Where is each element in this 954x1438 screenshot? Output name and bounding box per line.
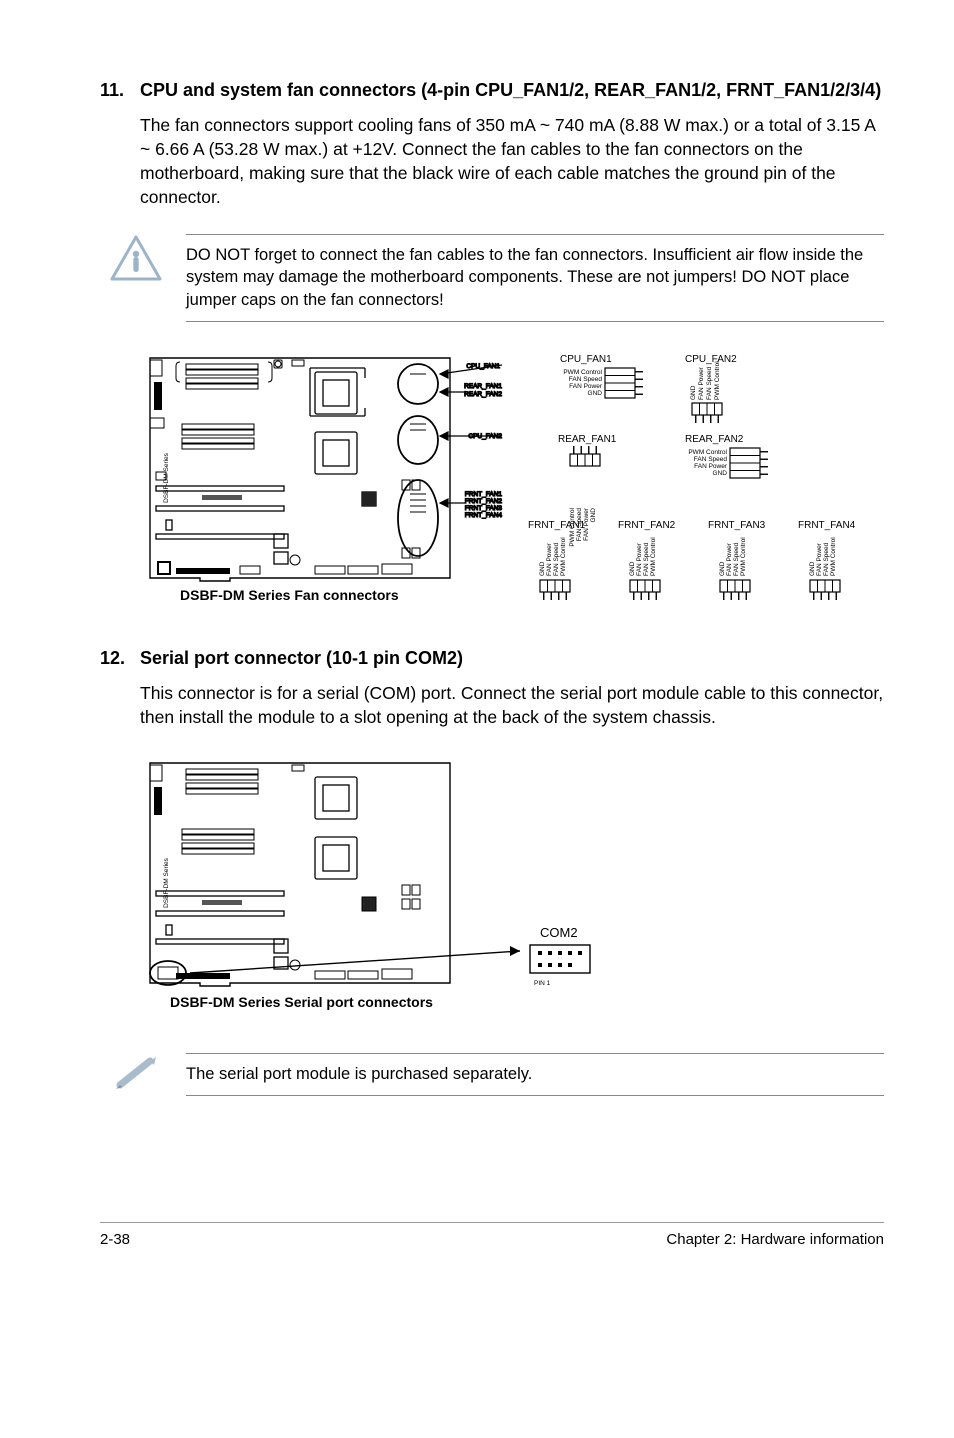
svg-text:REAR_FAN2: REAR_FAN2 bbox=[464, 391, 502, 398]
svg-text:FAN Speed: FAN Speed bbox=[553, 542, 560, 576]
svg-text:FAN Speed: FAN Speed bbox=[643, 542, 650, 576]
svg-text:FAN Speed: FAN Speed bbox=[694, 456, 728, 463]
svg-text:PWM Control: PWM Control bbox=[688, 449, 727, 456]
footer-chapter: Chapter 2: Hardware information bbox=[666, 1231, 884, 1248]
svg-text:GND: GND bbox=[719, 561, 726, 576]
svg-text:FAN Speed: FAN Speed bbox=[823, 542, 830, 576]
warning-block: DO NOT forget to connect the fan cables … bbox=[110, 234, 884, 322]
svg-text:CPU_FAN1: CPU_FAN1 bbox=[560, 354, 612, 365]
section-11-heading: 11. CPU and system fan connectors (4-pin… bbox=[100, 80, 884, 101]
section-11-number: 11. bbox=[100, 80, 140, 101]
svg-text:PWM Control: PWM Control bbox=[563, 369, 602, 376]
cpu-fan2-conn: CPU_FAN2 GND FAN Power FAN Speed PWM Con… bbox=[685, 354, 737, 423]
svg-text:GND: GND bbox=[809, 561, 816, 576]
warning-text: DO NOT forget to connect the fan cables … bbox=[186, 234, 884, 322]
svg-text:GND: GND bbox=[690, 385, 697, 400]
motherboard-outline-2: DSBF-DM Series bbox=[150, 763, 450, 986]
note-block: The serial port module is purchased sepa… bbox=[110, 1053, 884, 1096]
svg-text:FAN Speed: FAN Speed bbox=[733, 542, 740, 576]
section-12-body: This connector is for a serial (COM) por… bbox=[140, 681, 884, 729]
svg-text:FAN Power: FAN Power bbox=[546, 542, 553, 576]
com2-label: COM2 bbox=[540, 925, 578, 940]
svg-text:DSBF-DM Series: DSBF-DM Series bbox=[163, 857, 170, 908]
svg-text:FAN Speed: FAN Speed bbox=[706, 366, 713, 400]
svg-text:PWM Control: PWM Control bbox=[830, 537, 837, 576]
svg-text:FRNT_FAN3: FRNT_FAN3 bbox=[708, 520, 766, 531]
section-12-title: Serial port connector (10-1 pin COM2) bbox=[140, 648, 884, 669]
svg-text:FRNT_FAN4: FRNT_FAN4 bbox=[798, 520, 856, 531]
motherboard-outline: DSBF-DM Series bbox=[150, 358, 450, 581]
fan-connectors-diagram: DSBF-DM Series bbox=[140, 348, 884, 618]
frnt-fan-row: GND FAN Power FAN Speed PWM Control GND … bbox=[539, 537, 840, 600]
section-11-title: CPU and system fan connectors (4-pin CPU… bbox=[140, 80, 884, 101]
svg-text:FAN Power: FAN Power bbox=[726, 542, 733, 576]
svg-text:FRNT_FAN1: FRNT_FAN1 bbox=[528, 520, 586, 531]
svg-text:FRNT_FAN3: FRNT_FAN3 bbox=[465, 505, 503, 512]
svg-text:REAR_FAN1: REAR_FAN1 bbox=[464, 383, 502, 390]
svg-text:PWM Control: PWM Control bbox=[560, 537, 567, 576]
fan-diagram-caption: DSBF-DM Series Fan connectors bbox=[180, 587, 399, 603]
section-12-heading: 12. Serial port connector (10-1 pin COM2… bbox=[100, 648, 884, 669]
note-icon bbox=[110, 1053, 162, 1093]
svg-text:FAN Power: FAN Power bbox=[694, 463, 728, 470]
caution-icon bbox=[110, 234, 162, 282]
svg-text:FRNT_FAN4: FRNT_FAN4 bbox=[465, 512, 503, 519]
note-text: The serial port module is purchased sepa… bbox=[186, 1053, 884, 1096]
svg-text:REAR_FAN2: REAR_FAN2 bbox=[685, 434, 744, 445]
section-12-number: 12. bbox=[100, 648, 140, 669]
svg-text:FRNT_FAN2: FRNT_FAN2 bbox=[618, 520, 676, 531]
svg-text:FAN Power: FAN Power bbox=[569, 383, 603, 390]
rear-fan2-conn: REAR_FAN2 PWM Control FAN Speed FAN Powe… bbox=[685, 434, 768, 478]
serial-diagram-caption: DSBF-DM Series Serial port connectors bbox=[170, 994, 433, 1010]
serial-port-diagram: DSBF-DM Series bbox=[140, 753, 884, 1023]
pin1-label: PIN 1 bbox=[534, 980, 551, 987]
svg-text:REAR_FAN1: REAR_FAN1 bbox=[558, 434, 617, 445]
svg-text:GND: GND bbox=[713, 470, 728, 477]
svg-text:FAN Speed: FAN Speed bbox=[569, 376, 603, 383]
svg-text:FRNT_FAN1: FRNT_FAN1 bbox=[465, 491, 503, 498]
section-11-body: The fan connectors support cooling fans … bbox=[140, 113, 884, 210]
svg-text:PWM Control: PWM Control bbox=[714, 361, 721, 400]
svg-text:GND: GND bbox=[588, 390, 603, 397]
svg-text:GND: GND bbox=[629, 561, 636, 576]
svg-text:FAN Power: FAN Power bbox=[816, 542, 823, 576]
page-footer: 2-38 Chapter 2: Hardware information bbox=[100, 1222, 884, 1248]
svg-text:GND: GND bbox=[590, 508, 597, 523]
svg-text:FAN Power: FAN Power bbox=[698, 366, 705, 400]
svg-text:FRNT_FAN2: FRNT_FAN2 bbox=[465, 498, 503, 505]
footer-page: 2-38 bbox=[100, 1231, 130, 1248]
svg-text:GND: GND bbox=[539, 561, 546, 576]
svg-text:PWM Control: PWM Control bbox=[650, 537, 657, 576]
svg-text:PWM Control: PWM Control bbox=[740, 537, 747, 576]
svg-text:CPU_FAN2: CPU_FAN2 bbox=[685, 354, 737, 365]
svg-text:FAN Power: FAN Power bbox=[636, 542, 643, 576]
cpu-fan1-conn: CPU_FAN1 PWM Control FAN Speed FAN Power… bbox=[560, 354, 643, 398]
